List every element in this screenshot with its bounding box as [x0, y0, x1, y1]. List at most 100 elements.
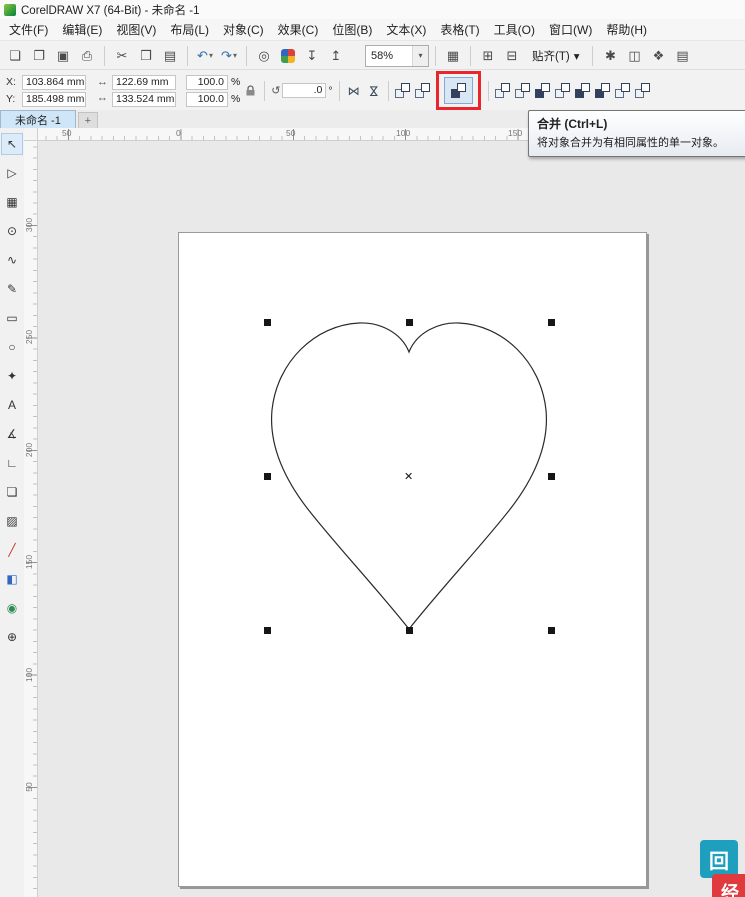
propbar-separator: [488, 81, 489, 101]
print-button[interactable]: ⎙: [76, 45, 98, 67]
selection-handle-bottom-center[interactable]: [406, 627, 413, 634]
drawing-canvas[interactable]: ✕ 回 经: [38, 141, 745, 897]
freehand-tool[interactable]: ∿: [2, 250, 22, 270]
menu-layout[interactable]: 布局(L): [163, 19, 216, 40]
redo-button[interactable]: ↷▾: [218, 45, 240, 67]
copy-button[interactable]: ❒: [135, 45, 157, 67]
artistic-media-tool[interactable]: ✎: [2, 279, 22, 299]
selection-handle-top-left[interactable]: [264, 319, 271, 326]
rectangle-tool[interactable]: ▭: [2, 308, 22, 328]
undo-button[interactable]: ↶▾: [194, 45, 216, 67]
polygon-tool[interactable]: ✦: [2, 366, 22, 386]
object-height-field[interactable]: 133.524 mm: [112, 92, 176, 107]
vertical-ruler[interactable]: 300 250 200 150 100 50: [24, 141, 38, 897]
zoom-tool[interactable]: ⊙: [2, 221, 22, 241]
selection-handle-middle-right[interactable]: [548, 473, 555, 480]
group-objects-button[interactable]: [393, 81, 413, 101]
connector-tool[interactable]: ∟: [2, 453, 22, 473]
document-tab-active[interactable]: 未命名 -1: [0, 110, 76, 128]
menu-text[interactable]: 文本(X): [379, 19, 433, 40]
import-icon: ↧: [307, 48, 318, 64]
eyedropper-tool[interactable]: ╱: [2, 540, 22, 560]
text-tool[interactable]: A: [2, 395, 22, 415]
pick-tool[interactable]: ↖: [2, 134, 22, 154]
selection-handle-bottom-right[interactable]: [548, 627, 555, 634]
menu-view[interactable]: 视图(V): [109, 19, 163, 40]
drop-shadow-tool[interactable]: ❏: [2, 482, 22, 502]
smart-fill-tool[interactable]: ◉: [2, 598, 22, 618]
chevron-down-icon[interactable]: ▾: [412, 46, 428, 66]
crop-tool[interactable]: ▦: [2, 192, 22, 212]
object-width-field[interactable]: 122.69 mm: [112, 75, 176, 90]
display-mode-button[interactable]: ▦: [442, 45, 464, 67]
ellipse-tool[interactable]: ○: [2, 337, 22, 357]
object-height-icon: ↕: [97, 93, 109, 106]
back-minus-front-button[interactable]: [593, 81, 613, 101]
pick-tool-icon: ↖: [7, 137, 17, 151]
align-distribute-button[interactable]: [633, 81, 653, 101]
lock-ratio-button[interactable]: [240, 81, 260, 101]
mirror-horizontal-button[interactable]: ⋈: [344, 81, 364, 101]
selection-handle-bottom-left[interactable]: [264, 627, 271, 634]
export-button[interactable]: ↥: [325, 45, 347, 67]
menu-edit[interactable]: 编辑(E): [55, 19, 109, 40]
selection-handle-top-center[interactable]: [406, 319, 413, 326]
dimension-tool[interactable]: ∡: [2, 424, 22, 444]
welcome-screen-button[interactable]: [277, 45, 299, 67]
show-grid-button[interactable]: ⊞: [477, 45, 499, 67]
front-minus-back-button[interactable]: [573, 81, 593, 101]
menu-object[interactable]: 对象(C): [216, 19, 271, 40]
selection-handle-top-right[interactable]: [548, 319, 555, 326]
scale-x-field[interactable]: 100.0: [186, 75, 228, 90]
trim-button[interactable]: [513, 81, 533, 101]
application-launcher-button[interactable]: ◫: [623, 45, 645, 67]
intersect-icon: [535, 83, 550, 98]
menu-bitmaps[interactable]: 位图(B): [325, 19, 379, 40]
zoom-level-select[interactable]: 58% ▾: [365, 45, 429, 67]
add-tool-button[interactable]: ⊕: [2, 627, 22, 647]
rotation-angle-field[interactable]: .0: [282, 83, 326, 98]
x-position-field[interactable]: 103.864 mm: [22, 75, 86, 90]
menu-window[interactable]: 窗口(W): [542, 19, 599, 40]
corel-connect-button[interactable]: ❖: [647, 45, 669, 67]
menu-bar: 文件(F) 编辑(E) 视图(V) 布局(L) 对象(C) 效果(C) 位图(B…: [0, 19, 745, 40]
open-button[interactable]: ❐: [28, 45, 50, 67]
chevron-down-icon: ▾: [574, 49, 580, 63]
dockers-button[interactable]: ▤: [671, 45, 693, 67]
selection-handle-middle-left[interactable]: [264, 473, 271, 480]
paste-button[interactable]: ▤: [159, 45, 181, 67]
drop-shadow-tool-icon: ❏: [7, 485, 18, 499]
combine-button[interactable]: [444, 77, 473, 104]
show-guidelines-button[interactable]: ⊟: [501, 45, 523, 67]
snap-to-dropdown[interactable]: 贴齐(T) ▾: [525, 46, 586, 66]
transparency-tool[interactable]: ▨: [2, 511, 22, 531]
ruler-origin-corner[interactable]: [24, 128, 38, 141]
object-center-marker[interactable]: ✕: [404, 470, 413, 483]
menu-table[interactable]: 表格(T): [433, 19, 486, 40]
shape-tool[interactable]: ▷: [2, 163, 22, 183]
options-button[interactable]: ✱: [599, 45, 621, 67]
simplify-icon: [555, 83, 570, 98]
new-document-tab-button[interactable]: +: [78, 112, 98, 128]
search-content-button[interactable]: ◎: [253, 45, 275, 67]
save-button[interactable]: ▣: [52, 45, 74, 67]
interactive-fill-tool[interactable]: ◧: [2, 569, 22, 589]
display-mode-icon: ▦: [447, 48, 459, 64]
welcome-screen-icon: [281, 49, 295, 63]
import-button[interactable]: ↧: [301, 45, 323, 67]
menu-effects[interactable]: 效果(C): [271, 19, 326, 40]
weld-button[interactable]: [493, 81, 513, 101]
menu-file[interactable]: 文件(F): [2, 19, 55, 40]
ungroup-objects-button[interactable]: [413, 81, 433, 101]
new-document-button[interactable]: ❏: [4, 45, 26, 67]
create-boundary-button[interactable]: [613, 81, 633, 101]
menu-help[interactable]: 帮助(H): [599, 19, 654, 40]
cut-button[interactable]: ✂: [111, 45, 133, 67]
launcher-icon: ◫: [628, 48, 640, 64]
simplify-button[interactable]: [553, 81, 573, 101]
intersect-button[interactable]: [533, 81, 553, 101]
mirror-vertical-button[interactable]: ⋈: [364, 81, 384, 101]
menu-tools[interactable]: 工具(O): [487, 19, 542, 40]
y-position-field[interactable]: 185.498 mm: [22, 92, 86, 107]
scale-y-field[interactable]: 100.0: [186, 92, 228, 107]
